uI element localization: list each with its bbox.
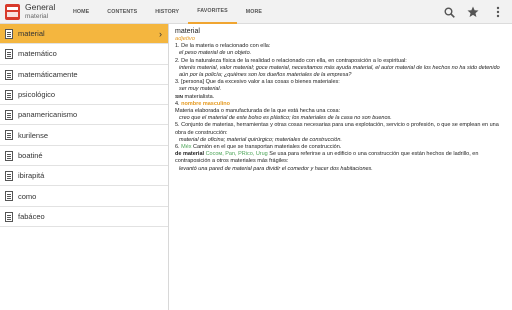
sense-6: 6. Méx Camión en el que se transportan m… <box>175 144 342 151</box>
app-title: General <box>25 2 56 12</box>
part-of-speech: adjetivo <box>175 36 195 42</box>
document-icon <box>5 171 13 182</box>
list-item[interactable]: panamericanismo <box>0 105 168 126</box>
list-item-label: boatiné <box>18 150 43 160</box>
list-item[interactable]: kurilense <box>0 125 168 146</box>
list-item-label: matemático <box>18 49 57 59</box>
sense-2: 2. De la naturaleza física de la realida… <box>175 57 407 64</box>
locution: de material Cocoм, Pan, PRico, Urug Se u… <box>175 151 479 165</box>
document-icon <box>5 110 13 121</box>
list-item[interactable]: matemáticamente <box>0 65 168 85</box>
list-item[interactable]: material › <box>0 24 168 45</box>
example: levantó una pared de material para divid… <box>179 165 373 172</box>
list-item-label: panamericanismo <box>18 110 78 120</box>
star-icon[interactable] <box>465 4 481 20</box>
list-item-label: kurilense <box>18 130 49 140</box>
list-item[interactable]: como <box>0 186 168 207</box>
example: ser muy material. <box>179 86 222 93</box>
sense-3: 3. [persona] Que da excesivo valor a las… <box>175 79 340 86</box>
document-icon <box>5 191 13 202</box>
list-item[interactable]: psicológico <box>0 85 168 106</box>
tab-contents[interactable]: CONTENTS <box>98 0 146 24</box>
document-icon <box>5 49 13 60</box>
synonym: SIN materialista. <box>175 93 215 100</box>
example: interés material, valor material; goce m… <box>179 64 500 79</box>
tab-home[interactable]: HOME <box>64 0 98 24</box>
sense-1: 1. De la materia o relacionado con ella: <box>175 43 271 50</box>
document-icon <box>5 150 13 161</box>
list-item-label: material <box>18 29 45 39</box>
list-item[interactable]: ibirapitá <box>0 166 168 187</box>
list-item-label: fabáceo <box>18 211 45 221</box>
document-icon <box>5 89 13 100</box>
sense-4-header: 4. nombre masculino <box>175 100 231 107</box>
list-item[interactable]: fabáceo <box>0 207 168 227</box>
document-icon <box>5 69 13 80</box>
sense-4: Materia elaborada o manufacturada de la … <box>175 108 341 115</box>
tab-bar: HOME CONTENTS HISTORY FAVORITES MORE <box>64 0 271 24</box>
app-subtitle: material <box>25 13 49 20</box>
document-icon <box>5 29 13 39</box>
list-item-label: matemáticamente <box>18 69 78 79</box>
entry-content: material adjetivo 1. De la materia o rel… <box>170 24 512 310</box>
entry-headword: material <box>175 28 200 35</box>
tab-history[interactable]: HISTORY <box>146 0 188 24</box>
example: creo que el material de este bolso es pl… <box>179 115 392 122</box>
document-icon <box>5 211 13 222</box>
list-item-label: ibirapitá <box>18 171 45 181</box>
list-item-label: psicológico <box>18 90 56 100</box>
example: el peso material de un objeto. <box>179 50 252 57</box>
sense-5: 5. Conjunto de materias, herramientas y … <box>175 122 499 136</box>
overflow-menu-icon[interactable] <box>490 4 506 20</box>
search-icon[interactable] <box>441 4 457 20</box>
list-item[interactable]: matemático <box>0 44 168 65</box>
tab-favorites[interactable]: FAVORITES <box>188 0 237 24</box>
list-item-label: como <box>18 191 37 201</box>
list-item[interactable]: boatiné <box>0 146 168 167</box>
document-icon <box>5 130 13 141</box>
chevron-right-icon: › <box>159 29 162 39</box>
example: material de oficina; material quirúrgico… <box>179 136 342 143</box>
app-toolbar: General material HOME CONTENTS HISTORY F… <box>0 0 512 24</box>
tab-more[interactable]: MORE <box>237 0 271 24</box>
word-list: material › matemático matemáticamente ps… <box>0 24 169 310</box>
dictionary-logo-icon[interactable] <box>5 4 20 20</box>
